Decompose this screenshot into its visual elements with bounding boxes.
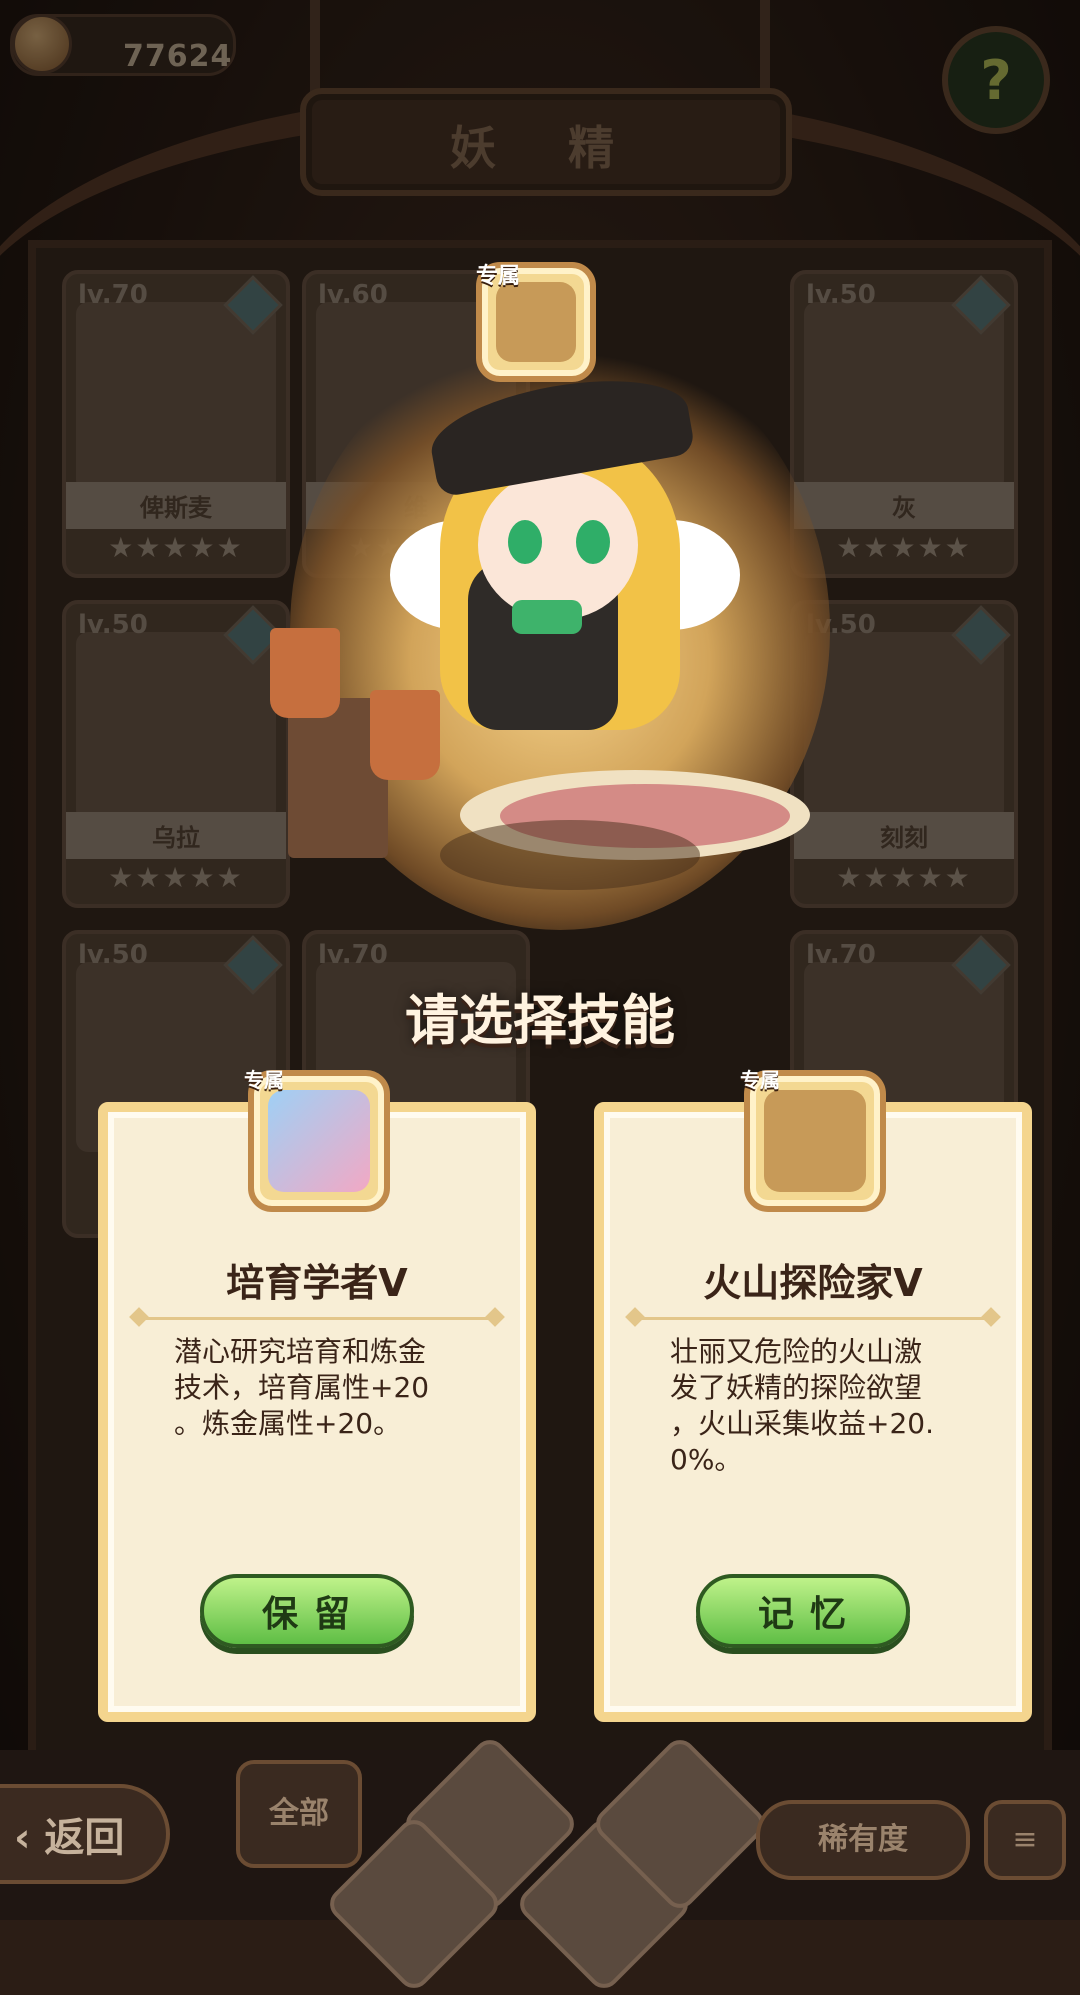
exclusive-tag: 专属 xyxy=(476,264,521,289)
right-eye xyxy=(576,520,610,564)
skill-badge: 专属 xyxy=(740,1068,886,1212)
filter-all-button[interactable]: 全部 xyxy=(236,1760,362,1868)
skill-description: 壮丽又危险的火山激 发了妖精的探险欲望 ，火山采集收益+20. 0%。 xyxy=(670,1335,934,1476)
skill-option-card[interactable]: 专属 培育学者V 潜心研究培育和炼金 技术，培育属性+20 。炼金属性+20。 … xyxy=(98,1068,536,1722)
exclusive-tag: 专属 xyxy=(244,1068,284,1092)
skill-name: 火山探险家V xyxy=(703,1261,923,1305)
plant-pot xyxy=(270,628,340,718)
skill-name: 培育学者V xyxy=(226,1261,408,1305)
back-label: 返回 xyxy=(44,1815,125,1861)
current-skill-badge: 专属 xyxy=(476,262,596,382)
rarity-sort-button[interactable]: 稀有度 xyxy=(756,1800,970,1880)
fairy-character-face xyxy=(478,470,638,620)
back-button[interactable]: ‹ 返回 xyxy=(0,1784,170,1884)
choose-skill-prompt: 请选择技能 xyxy=(405,989,675,1052)
keep-button[interactable]: 保留 xyxy=(200,1574,414,1648)
plant-pot xyxy=(370,690,440,780)
sort-order-button[interactable]: ≡ xyxy=(984,1800,1066,1880)
breeding-alchemy-icon xyxy=(268,1090,370,1192)
chevron-left-icon: ‹ xyxy=(14,1815,45,1861)
volcano-explorer-icon xyxy=(496,282,576,362)
green-bow xyxy=(512,600,582,634)
character-shadow xyxy=(440,820,700,890)
divider xyxy=(138,1317,496,1320)
exclusive-tag: 专属 xyxy=(740,1068,780,1092)
volcano-explorer-icon xyxy=(764,1090,866,1192)
memorize-button[interactable]: 记忆 xyxy=(696,1574,910,1648)
divider xyxy=(634,1317,992,1320)
skill-option-card[interactable]: 专属 火山探险家V 壮丽又危险的火山激 发了妖精的探险欲望 ，火山采集收益+20… xyxy=(594,1068,1032,1722)
skill-badge: 专属 xyxy=(244,1068,390,1212)
left-eye xyxy=(508,520,542,564)
sort-icon: ≡ xyxy=(1012,1822,1038,1857)
skill-description: 潜心研究培育和炼金 技术，培育属性+20 。炼金属性+20。 xyxy=(174,1335,430,1440)
